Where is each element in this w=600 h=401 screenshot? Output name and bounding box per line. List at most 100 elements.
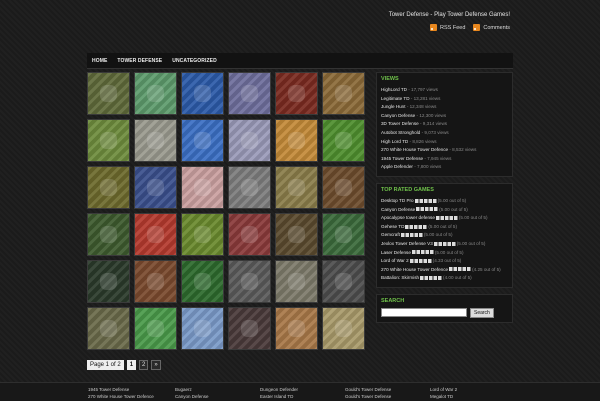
rating-value: (5.00 out of 5) [423,232,453,238]
footer-link[interactable]: Gould's Tower Defense [345,393,391,400]
game-thumbnail[interactable] [181,72,224,115]
star-rating-icon [420,276,443,281]
views-item: Canyon Defense - 12,300 views [381,112,508,121]
game-thumbnail[interactable] [275,119,318,162]
game-thumbnail[interactable] [322,260,365,303]
game-thumbnail[interactable] [134,307,177,350]
game-thumbnail[interactable] [228,307,271,350]
footer-link[interactable]: Lord of War 2 [430,386,457,393]
star-rating-icon [400,233,423,238]
game-link[interactable]: Canyon Defense [381,207,415,212]
game-link[interactable]: Gehese TD [381,224,404,229]
views-list: HighLord TD - 17,797 views Legitimate TD … [381,86,508,172]
game-thumbnail[interactable] [228,260,271,303]
view-count: - 13,281 views [410,95,441,101]
search-title: SEARCH [381,297,405,304]
view-count: - 12,348 views [406,104,437,110]
game-thumbnail[interactable] [134,72,177,115]
nav-home[interactable]: HOME [87,58,112,64]
game-thumbnail[interactable] [87,307,130,350]
game-thumbnail[interactable] [181,213,224,256]
view-count: - 8,826 views [409,138,437,144]
footer-link[interactable]: Bugaerz [175,386,209,393]
game-link[interactable]: Legitimate TD [381,96,410,101]
game-link[interactable]: Apocalypse tower defense [381,215,435,220]
game-thumbnail[interactable] [275,72,318,115]
footer-link[interactable]: Easter Island TD [260,393,298,400]
game-thumbnail[interactable] [87,166,130,209]
rating-value: (4.33 out of 5) [432,258,462,264]
star-rating-icon [405,224,428,229]
game-link[interactable]: Apple Defender [381,164,413,169]
search-input[interactable] [381,308,467,318]
footer-link[interactable]: 270 White House Tower Defence [88,393,154,400]
rss-feed-link[interactable]: RSS Feed [430,24,465,31]
game-link[interactable]: 270 White House Tower Defence [381,267,448,272]
view-count: - 9,073 views [421,129,449,135]
nav-uncategorized[interactable]: UNCATEGORIZED [167,58,222,64]
game-thumbnail[interactable] [134,119,177,162]
search-button[interactable]: Search [470,307,494,318]
game-thumbnail[interactable] [228,119,271,162]
game-thumbnail[interactable] [87,119,130,162]
footer-link[interactable]: Canyon Defense [175,393,209,400]
views-item: 3D Tower Defense - 9,314 views [381,120,508,129]
game-thumbnail[interactable] [275,260,318,303]
game-thumbnail[interactable] [181,119,224,162]
game-thumbnail[interactable] [134,260,177,303]
rating-value: (5.00 out of 5) [456,240,486,246]
game-link[interactable]: Autobot Stronghold [381,130,420,135]
game-thumbnail[interactable] [134,166,177,209]
next-page-arrow[interactable]: » [151,360,161,370]
game-thumbnail[interactable] [181,260,224,303]
rss-icon [473,24,481,31]
game-thumbnail[interactable] [228,166,271,209]
page-2-link[interactable]: 2 [139,360,149,370]
game-link[interactable]: Laser Defense [381,250,411,255]
game-link[interactable]: 3D Tower Defense [381,121,419,126]
top-rated-list: Desktop TD Pro (5.00 out of 5) Canyon Defe… [381,197,508,283]
star-rating-icon [411,250,434,255]
top-rated-item: Canyon Defense (5.00 out of 5) [381,206,508,215]
game-thumbnail[interactable] [322,213,365,256]
game-thumbnail[interactable] [275,166,318,209]
nav-tower-defense[interactable]: TOWER DEFENSE [112,58,167,64]
top-rated-item: 270 White House Tower Defence (4.25 out o… [381,266,508,275]
game-link[interactable]: Gemcraft [381,232,400,237]
game-link[interactable]: Battalion: Skirmish [381,275,419,280]
game-thumbnail[interactable] [134,213,177,256]
game-thumbnail[interactable] [87,260,130,303]
game-link[interactable]: 270 White House Tower Defence [381,147,448,152]
game-thumbnail[interactable] [275,307,318,350]
game-thumbnail[interactable] [322,119,365,162]
footer-link[interactable]: Gould's Tower Defense [345,386,391,393]
game-thumbnail[interactable] [322,72,365,115]
game-link[interactable]: High Lord TD [381,139,408,144]
game-link[interactable]: Lord of War 2 [381,258,409,263]
rss-feed-label: RSS Feed [440,24,466,31]
game-link[interactable]: 1945 Tower Defense [381,156,423,161]
game-link[interactable]: Desktop TD Pro [381,198,414,203]
game-link[interactable]: HighLord TD [381,87,407,92]
game-thumbnail[interactable] [181,307,224,350]
comments-feed-link[interactable]: Comments [473,24,510,31]
game-thumbnail[interactable] [87,213,130,256]
footer: 1945 Tower Defense 270 White House Tower… [0,382,600,401]
game-thumbnail[interactable] [87,72,130,115]
game-link[interactable]: Jexlox Tower Defense V3 [381,241,433,246]
view-count: - 12,300 views [416,112,447,118]
game-link[interactable]: Canyon Defense [381,113,415,118]
game-link[interactable]: Jungle Hunt [381,104,406,109]
footer-link[interactable]: Megalot TD [430,393,457,400]
game-thumbnail[interactable] [275,213,318,256]
game-thumbnail[interactable] [181,166,224,209]
game-thumbnail[interactable] [322,166,365,209]
rss-icon [430,24,438,31]
star-rating-icon [416,207,439,212]
footer-link[interactable]: 1945 Tower Defense [88,386,154,393]
views-item: 270 White House Tower Defence - 8,532 vi… [381,146,508,155]
game-thumbnail[interactable] [322,307,365,350]
game-thumbnail[interactable] [228,213,271,256]
game-thumbnail[interactable] [228,72,271,115]
footer-link[interactable]: Dungeon Defender [260,386,298,393]
